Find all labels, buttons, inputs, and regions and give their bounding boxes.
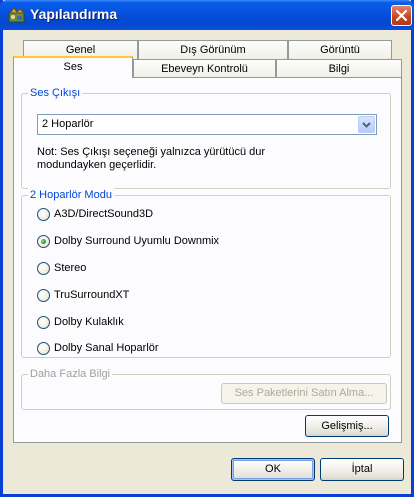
- app-icon: [8, 7, 25, 23]
- output-group: Ses Çıkışı 2 Hoparlör Not: Ses Çıkışı se…: [21, 86, 391, 189]
- note-line: modundayken geçerlidir.: [37, 159, 157, 171]
- radio-label: TruSurroundXT: [54, 289, 130, 301]
- tab-dis-gorunum[interactable]: Dış Görünüm: [138, 40, 288, 59]
- radio-button[interactable]: [37, 316, 50, 329]
- button-label: İptal: [351, 463, 373, 475]
- more-info-legend: Daha Fazla Bilgi: [28, 367, 113, 381]
- radio-button[interactable]: [37, 235, 50, 248]
- title-bar[interactable]: Yapılandırma: [0, 0, 414, 30]
- radio-label: Dolby Sanal Hoparlör: [54, 342, 159, 354]
- radio-selected-dot: [41, 239, 46, 244]
- radio-button[interactable]: [37, 289, 50, 302]
- tab-label: Ses: [63, 61, 83, 73]
- radio-button[interactable]: [37, 208, 50, 221]
- tab-panel-ses: Ses Çıkışı 2 Hoparlör Not: Ses Çıkışı se…: [13, 77, 402, 443]
- output-select-value: 2 Hoparlör: [42, 118, 94, 130]
- tab-goruntu[interactable]: Görüntü: [288, 40, 392, 59]
- radio-label: A3D/DirectSound3D: [54, 208, 154, 220]
- tab-label: Görüntü: [320, 44, 360, 56]
- tab-label: Genel: [65, 44, 96, 56]
- speaker-mode-group: 2 Hoparlör Modu A3D/DirectSound3D Dolby …: [21, 188, 391, 358]
- radio-button[interactable]: [37, 342, 50, 355]
- speaker-mode-legend: 2 Hoparlör Modu: [28, 188, 114, 202]
- tab-bilgi[interactable]: Bilgi: [276, 59, 402, 78]
- output-group-legend: Ses Çıkışı: [28, 86, 83, 100]
- tab-label: Dış Görünüm: [180, 44, 246, 56]
- buy-audio-packs-button[interactable]: Ses Paketlerini Satın Alma...: [221, 383, 387, 404]
- tab-ebeveyn-kontrolu[interactable]: Ebeveyn Kontrolü: [133, 59, 276, 78]
- button-label: Gelişmiş...: [321, 420, 373, 432]
- output-select[interactable]: 2 Hoparlör: [37, 114, 377, 135]
- chevron-down-icon: [362, 122, 371, 128]
- tab-ses[interactable]: Ses: [13, 56, 133, 78]
- advanced-button[interactable]: Gelişmiş...: [305, 415, 389, 437]
- close-button[interactable]: [391, 5, 412, 26]
- button-label: Ses Paketlerini Satın Alma...: [234, 387, 374, 399]
- dropdown-button[interactable]: [358, 116, 375, 133]
- tab-label: Bilgi: [328, 63, 350, 75]
- radio-label: Stereo: [54, 262, 87, 274]
- output-note: Not: Ses Çıkışı seçeneği yalnızca yürütü…: [37, 146, 337, 172]
- tab-label: Ebeveyn Kontrolü: [161, 63, 248, 75]
- configuration-window: Yapılandırma Genel Dış Görünüm Görüntü S…: [0, 0, 414, 497]
- radio-label: Dolby Surround Uyumlu Downmix: [54, 235, 220, 247]
- button-label: OK: [265, 463, 281, 475]
- window-title: Yapılandırma: [30, 6, 118, 22]
- note-line: Not: Ses Çıkışı seçeneği yalnızca yürütü…: [37, 146, 266, 158]
- radio-label: Dolby Kulaklık: [54, 316, 124, 328]
- more-info-group: Daha Fazla Bilgi Ses Paketlerini Satın A…: [21, 367, 391, 410]
- radio-button[interactable]: [37, 262, 50, 275]
- cancel-button[interactable]: İptal: [320, 458, 404, 481]
- close-icon: [396, 10, 407, 21]
- ok-button[interactable]: OK: [231, 458, 315, 481]
